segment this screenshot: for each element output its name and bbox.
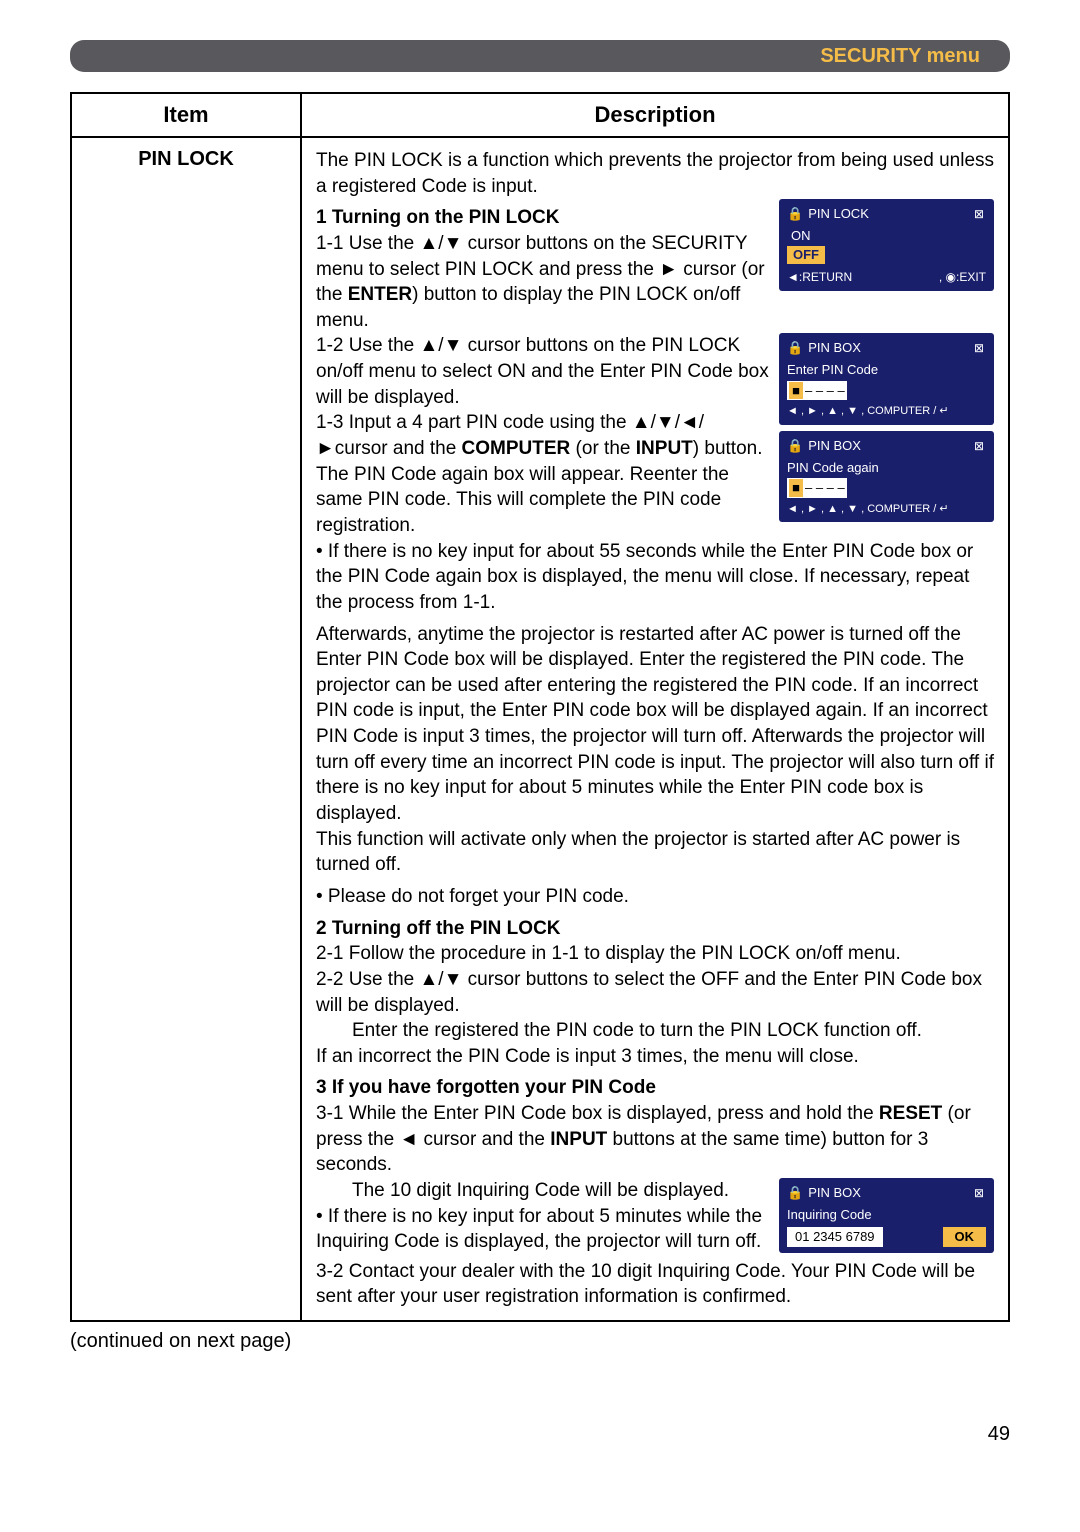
- osd2-pins: – – – –: [805, 382, 845, 400]
- main-table: Item Description PIN LOCK The PIN LOCK i…: [70, 92, 1010, 1322]
- osd2-ctrl: ◄ , ► , ▲ , ▼ , COMPUTER / ↵: [787, 404, 986, 419]
- sec3-head: 3 If you have forgotten your PIN Code: [316, 1075, 994, 1101]
- p22c: If an incorrect the PIN Code is input 3 …: [316, 1044, 994, 1070]
- after-para: Afterwards, anytime the projector is res…: [316, 622, 994, 827]
- osd1-return: ◄:RETURN: [787, 269, 852, 285]
- table-row: PIN LOCK The PIN LOCK is a function whic…: [71, 137, 1009, 1321]
- lock-icon: 🔒: [787, 205, 803, 223]
- osd4-code: 01 2345 6789: [787, 1227, 883, 1247]
- continued-note: (continued on next page): [70, 1330, 1010, 1353]
- item-cell: PIN LOCK: [71, 137, 301, 1321]
- ac-note: This function will activate only when th…: [316, 827, 994, 878]
- osd-pinagain: 🔒 PIN BOX ⊠ PIN Code again ■– – – – ◄ , ►…: [779, 431, 994, 522]
- osd2-sub: Enter PIN Code: [787, 361, 986, 379]
- close-icon: ⊠: [972, 207, 986, 221]
- osd3-title: PIN BOX: [808, 437, 861, 455]
- lock-icon: ■: [789, 382, 803, 400]
- close-icon: ⊠: [972, 439, 986, 453]
- osd4-sub: Inquiring Code: [787, 1206, 986, 1224]
- close-icon: ⊠: [972, 1186, 986, 1200]
- desc-cell: The PIN LOCK is a function which prevent…: [301, 137, 1009, 1321]
- bullet-nokey: • If there is no key input for about 55 …: [316, 539, 994, 616]
- page-number: 49: [70, 1423, 1010, 1446]
- col-desc: Description: [301, 93, 1009, 137]
- osd1-off: OFF: [787, 246, 825, 264]
- p32: 3-2 Contact your dealer with the 10 digi…: [316, 1259, 994, 1310]
- osd3-sub: PIN Code again: [787, 459, 986, 477]
- osd1-exit: , ◉:EXIT: [939, 269, 986, 285]
- forget-note: • Please do not forget your PIN code.: [316, 884, 994, 910]
- osd1-on: ON: [787, 227, 986, 245]
- osd-inquiring: 🔒 PIN BOX ⊠ Inquiring Code 01 2345 6789 O…: [779, 1178, 994, 1253]
- osd-enterpin: 🔒 PIN BOX ⊠ Enter PIN Code ■– – – – ◄ , ►…: [779, 333, 994, 424]
- osd-pinlock: 🔒 PIN LOCK ⊠ ON OFF ◄:RETURN , ◉:EXIT: [779, 199, 994, 291]
- osd2-title: PIN BOX: [808, 339, 861, 357]
- lock-icon: ■: [789, 479, 803, 497]
- sec2-head: 2 Turning off the PIN LOCK: [316, 916, 994, 942]
- close-icon: ⊠: [972, 341, 986, 355]
- p21: 2-1 Follow the procedure in 1-1 to displ…: [316, 941, 994, 967]
- col-item: Item: [71, 93, 301, 137]
- p31: 3-1 While the Enter PIN Code box is disp…: [316, 1101, 994, 1178]
- p22b: Enter the registered the PIN code to tur…: [316, 1018, 994, 1044]
- intro-text: The PIN LOCK is a function which prevent…: [316, 148, 994, 199]
- lock-icon: 🔒: [787, 437, 803, 455]
- lock-icon: 🔒: [787, 1184, 803, 1202]
- breadcrumb: SECURITY menu: [820, 45, 980, 68]
- header-bar: SECURITY menu: [70, 40, 1010, 72]
- osd1-title: PIN LOCK: [808, 205, 869, 223]
- osd4-ok: OK: [943, 1227, 987, 1247]
- osd3-ctrl: ◄ , ► , ▲ , ▼ , COMPUTER / ↵: [787, 502, 986, 517]
- osd4-title: PIN BOX: [808, 1184, 861, 1202]
- p22: 2-2 Use the ▲/▼ cursor buttons to select…: [316, 967, 994, 1018]
- lock-icon: 🔒: [787, 339, 803, 357]
- table-head-row: Item Description: [71, 93, 1009, 137]
- osd3-pins: – – – –: [805, 479, 845, 497]
